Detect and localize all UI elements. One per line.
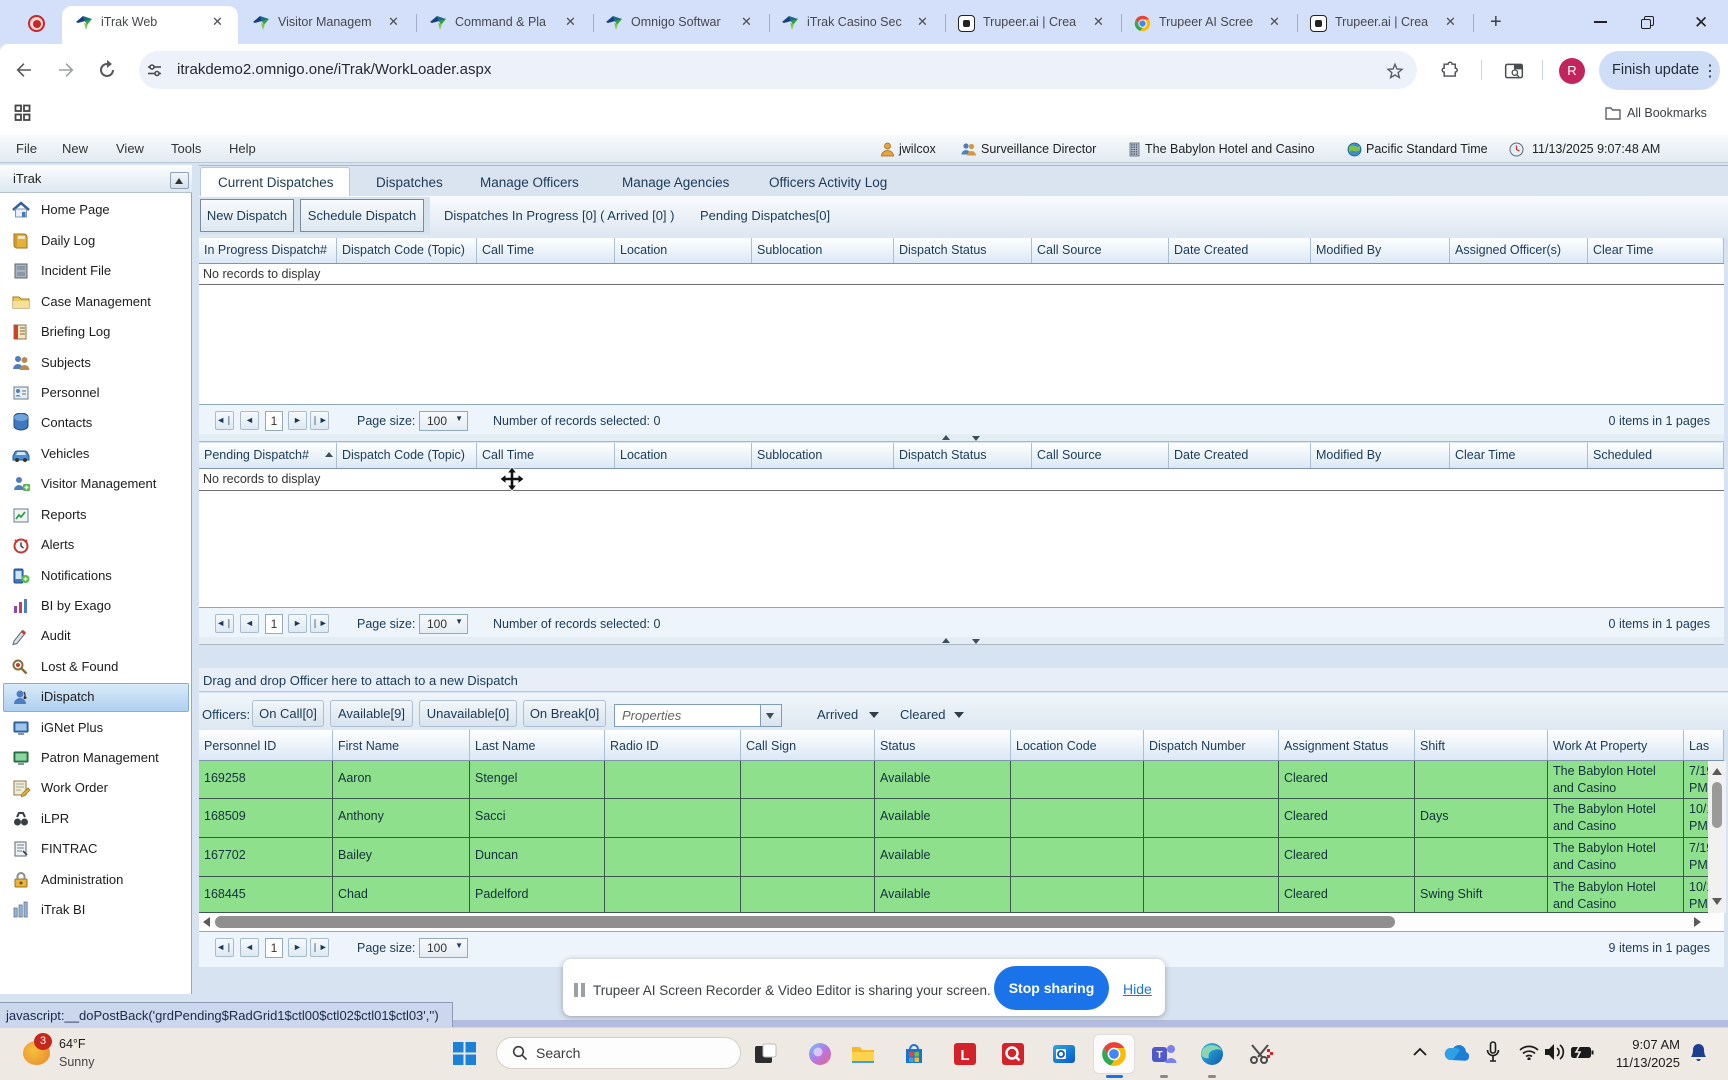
svg-text:T: T — [1156, 1050, 1162, 1061]
svg-text:L: L — [960, 1047, 969, 1064]
